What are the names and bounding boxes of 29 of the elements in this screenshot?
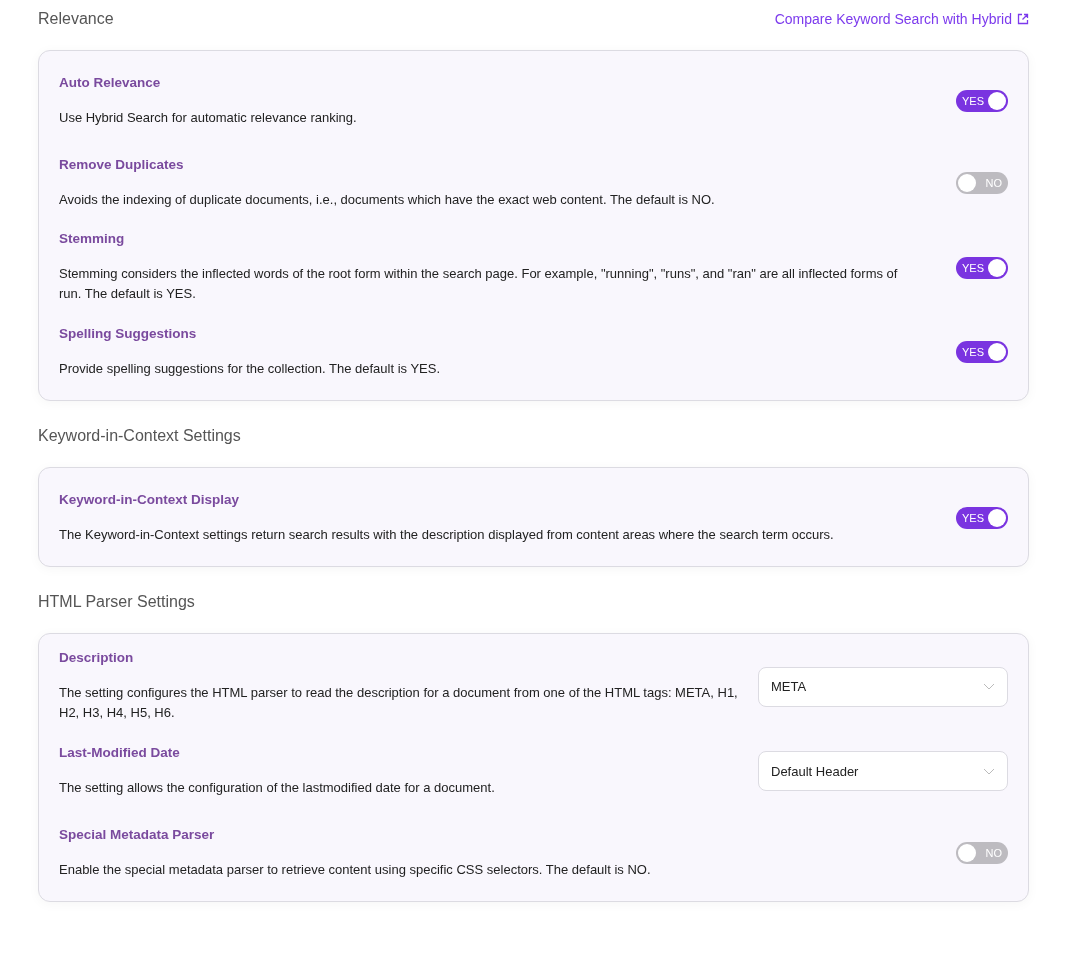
toggle-switch[interactable]: YES: [956, 507, 1008, 529]
dropdown-select[interactable]: Default Header: [758, 751, 1008, 791]
setting-title: Description: [59, 650, 135, 665]
setting-title: Stemming: [59, 231, 126, 246]
section-title: HTML Parser Settings: [38, 593, 195, 611]
external-link-icon: [1017, 13, 1029, 25]
chevron-down-icon: [983, 767, 995, 775]
setting-description: Provide spelling suggestions for the collection. The default is YES.: [59, 359, 441, 378]
compare-link[interactable]: Compare Keyword Search with Hybrid: [774, 11, 1029, 27]
setting-description: Stemming considers the inflected words of the root form within the search page. For example, "running", "runs", and "ran" are all inflected forms of run. The default is YES.: [59, 265, 899, 303]
setting-description: The Keyword-in-Context settings return search results with the description displayed from content areas where the search term occurs.: [59, 525, 834, 544]
setting-title: Keyword-in-Context Display: [59, 491, 241, 507]
section-title: Relevance: [38, 10, 114, 28]
setting-description: The setting allows the configuration of the lastmodified date for a document.: [59, 778, 495, 797]
setting-description: Enable the special metadata parser to retrieve content using specific CSS selectors. The default is NO.: [59, 860, 651, 879]
setting-title: Auto Relevance: [59, 74, 162, 90]
setting-title: Special Metadata Parser: [59, 826, 216, 842]
section-title: Keyword-in-Context Settings: [38, 427, 241, 445]
setting-title: Last-Modified Date: [59, 744, 181, 760]
toggle-switch[interactable]: YES: [956, 90, 1008, 112]
setting-title: Remove Duplicates: [59, 156, 185, 172]
setting-description: Use Hybrid Search for automatic relevance ranking.: [59, 108, 357, 127]
toggle-switch[interactable]: YES: [956, 256, 1008, 279]
setting-description: The setting configures the HTML parser to read the description for a document from one of the HTML tags: META, H1, H2, H3, H4, H5, H6.: [59, 684, 739, 722]
setting-description: Avoids the indexing of duplicate documents, i.e., documents which have the exact web content. The default is NO.: [59, 190, 715, 209]
dropdown-select[interactable]: META: [758, 666, 1008, 707]
chevron-down-icon: [983, 683, 995, 690]
setting-title: Spelling Suggestions: [59, 325, 198, 341]
toggle-switch[interactable]: YES: [956, 341, 1008, 363]
